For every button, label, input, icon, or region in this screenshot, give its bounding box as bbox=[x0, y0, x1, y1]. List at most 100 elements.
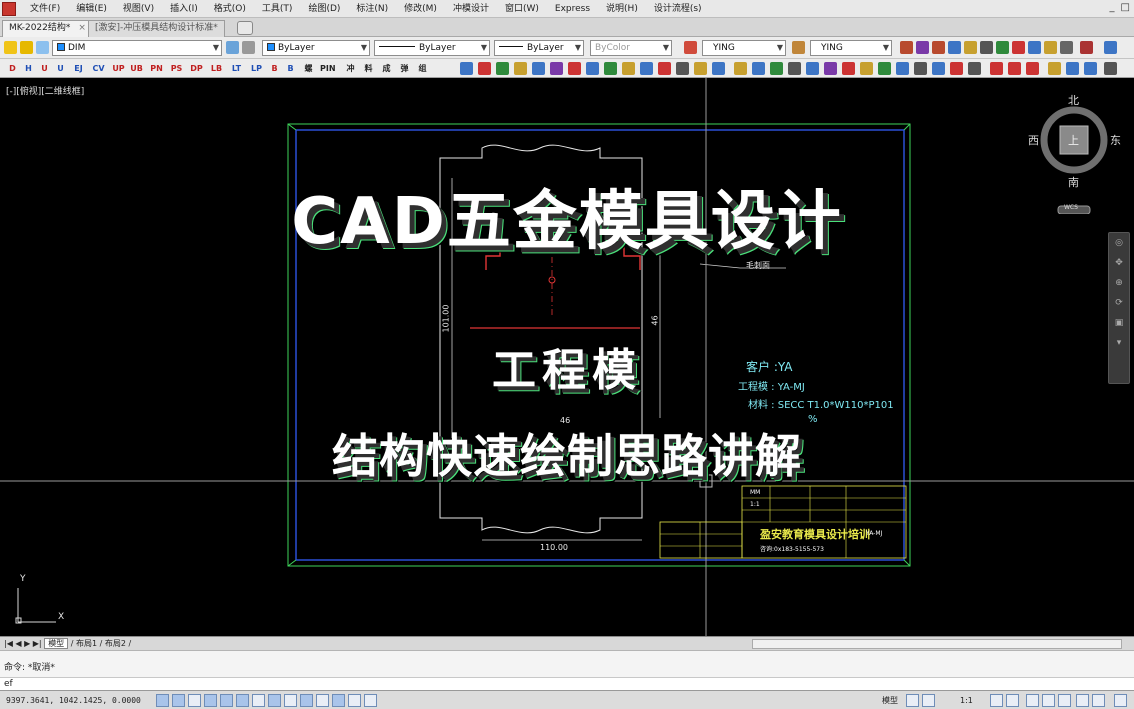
text-style-icon[interactable] bbox=[684, 41, 697, 54]
3d-osnap-toggle[interactable] bbox=[252, 694, 265, 707]
menu-express[interactable]: Express bbox=[547, 0, 598, 18]
tool-icon[interactable] bbox=[1104, 62, 1117, 75]
cursor-coordinates[interactable]: 9397.3641, 1042.1425, 0.0000 bbox=[6, 694, 141, 707]
tool-icon[interactable] bbox=[968, 62, 981, 75]
layout-quickview-button[interactable] bbox=[906, 694, 919, 707]
tab-layout2[interactable]: 布局2 bbox=[105, 639, 126, 648]
tool-icon[interactable] bbox=[950, 62, 963, 75]
tool-icon[interactable] bbox=[1060, 41, 1073, 54]
tool-icon[interactable] bbox=[1048, 62, 1061, 75]
tab-die-standard[interactable]: [激安]-冲压模具结构设计标准* bbox=[88, 20, 225, 37]
layer-select[interactable]: DIM ▼ bbox=[52, 40, 222, 56]
toolbar-icon-ej[interactable]: EJ bbox=[72, 62, 85, 75]
toolbar-icon-ps[interactable]: PS bbox=[170, 62, 183, 75]
tool-icon[interactable] bbox=[604, 62, 617, 75]
tool-icon[interactable] bbox=[932, 62, 945, 75]
toolbar-icon-material[interactable]: 料 bbox=[362, 62, 375, 75]
horizontal-scrollbar[interactable] bbox=[752, 639, 1122, 649]
drawing-quickview-button[interactable] bbox=[922, 694, 935, 707]
tool-icon[interactable] bbox=[932, 41, 945, 54]
viewport-controls[interactable]: [-][俯视][二维线框] bbox=[6, 84, 84, 97]
polar-toggle[interactable] bbox=[220, 694, 233, 707]
restore-button[interactable]: □ bbox=[1121, 2, 1130, 13]
tool-icon[interactable] bbox=[496, 62, 509, 75]
dimstyle-icon[interactable] bbox=[792, 41, 805, 54]
menu-draw[interactable]: 绘图(D) bbox=[300, 0, 348, 18]
viewcube-top[interactable]: 上 bbox=[1068, 132, 1079, 148]
tool-icon[interactable] bbox=[586, 62, 599, 75]
tool-icon[interactable] bbox=[532, 62, 545, 75]
tool-icon[interactable] bbox=[1044, 41, 1057, 54]
tool-icon[interactable] bbox=[514, 62, 527, 75]
match-layer-icon[interactable] bbox=[242, 41, 255, 54]
orbit-icon[interactable]: ⟳ bbox=[1109, 293, 1129, 313]
menu-insert[interactable]: 插入(I) bbox=[162, 0, 206, 18]
model-space-button[interactable]: 模型 bbox=[882, 694, 898, 707]
tab-mk-2022[interactable]: MK-2022结构* × bbox=[2, 20, 93, 37]
menu-design-flow[interactable]: 设计流程(s) bbox=[646, 0, 710, 18]
dyn-toggle[interactable] bbox=[300, 694, 313, 707]
tab-model[interactable]: 模型 bbox=[44, 638, 69, 649]
toolbar-icon-b2[interactable]: B bbox=[284, 62, 297, 75]
toolbar-icon-dp[interactable]: DP bbox=[190, 62, 203, 75]
zoom-icon[interactable]: ⊕ bbox=[1109, 273, 1129, 293]
toolbar-icon-lb[interactable]: LB bbox=[210, 62, 223, 75]
close-icon[interactable]: × bbox=[78, 23, 86, 33]
tool-icon[interactable] bbox=[842, 62, 855, 75]
menu-dimension[interactable]: 标注(N) bbox=[348, 0, 396, 18]
tool-icon[interactable] bbox=[806, 62, 819, 75]
menu-die-design[interactable]: 冲模设计 bbox=[445, 0, 497, 18]
tool-icon[interactable] bbox=[478, 62, 491, 75]
lightbulb-icon[interactable] bbox=[4, 41, 17, 54]
toolbar-icon-u[interactable]: U bbox=[38, 62, 51, 75]
toolbar-icon-b[interactable]: B bbox=[268, 62, 281, 75]
viewcube-east[interactable]: 东 bbox=[1110, 132, 1121, 148]
toolbar-icon-pn[interactable]: PN bbox=[150, 62, 163, 75]
hardware-accel-icon[interactable] bbox=[1058, 694, 1071, 707]
tool-icon[interactable] bbox=[568, 62, 581, 75]
menu-modify[interactable]: 修改(M) bbox=[396, 0, 445, 18]
toolbar-icon-forming[interactable]: 成 bbox=[380, 62, 393, 75]
isolate-objects-icon[interactable] bbox=[1076, 694, 1089, 707]
tool-icon[interactable] bbox=[770, 62, 783, 75]
drawing-canvas[interactable]: [-][俯视][二维线框] 北 南 东 西 上 WCS ◎ ✥ ⊕ ⟳ ▣ ▾ … bbox=[0, 78, 1134, 636]
osnap-toggle[interactable] bbox=[236, 694, 249, 707]
infer-constraints-toggle[interactable] bbox=[156, 694, 169, 707]
tab-layout1[interactable]: 布局1 bbox=[76, 639, 97, 648]
tool-icon[interactable] bbox=[658, 62, 671, 75]
toolbar-icon-cv[interactable]: CV bbox=[92, 62, 105, 75]
tool-icon[interactable] bbox=[676, 62, 689, 75]
command-input[interactable]: ef bbox=[4, 678, 13, 690]
tool-icon[interactable] bbox=[1028, 41, 1041, 54]
tool-icon[interactable] bbox=[622, 62, 635, 75]
tool-icon[interactable] bbox=[752, 62, 765, 75]
tool-icon[interactable] bbox=[916, 41, 929, 54]
menu-view[interactable]: 视图(V) bbox=[115, 0, 162, 18]
tool-icon[interactable] bbox=[1008, 62, 1021, 75]
grid-toggle[interactable] bbox=[188, 694, 201, 707]
tool-icon[interactable] bbox=[964, 41, 977, 54]
tool-icon[interactable] bbox=[1026, 62, 1039, 75]
tool-icon[interactable] bbox=[900, 41, 913, 54]
menu-window[interactable]: 窗口(W) bbox=[497, 0, 547, 18]
dimstyle-select[interactable]: YING ▼ bbox=[810, 40, 892, 56]
toolbar-icon-u2[interactable]: U bbox=[54, 62, 67, 75]
layer-states-icon[interactable] bbox=[226, 41, 239, 54]
lock-ui-icon[interactable] bbox=[1042, 694, 1055, 707]
clean-screen-icon[interactable] bbox=[1114, 694, 1127, 707]
linetype-select[interactable]: ByLayer ▼ bbox=[374, 40, 490, 56]
tool-icon[interactable] bbox=[996, 41, 1009, 54]
tool-icon[interactable] bbox=[860, 62, 873, 75]
lock-icon[interactable] bbox=[36, 41, 49, 54]
menu-edit[interactable]: 编辑(E) bbox=[68, 0, 115, 18]
tool-icon[interactable] bbox=[948, 41, 961, 54]
toolbar-icon-group[interactable]: 组 bbox=[416, 62, 429, 75]
tool-icon[interactable] bbox=[896, 62, 909, 75]
tool-icon[interactable] bbox=[980, 41, 993, 54]
toolbar-icon-d[interactable]: D bbox=[6, 62, 19, 75]
showmotion-icon[interactable]: ▣ bbox=[1109, 313, 1129, 333]
tool-icon[interactable] bbox=[550, 62, 563, 75]
tool-icon[interactable] bbox=[1012, 41, 1025, 54]
menu-help[interactable]: 说明(H) bbox=[598, 0, 646, 18]
workspace-switch-icon[interactable] bbox=[1026, 694, 1039, 707]
